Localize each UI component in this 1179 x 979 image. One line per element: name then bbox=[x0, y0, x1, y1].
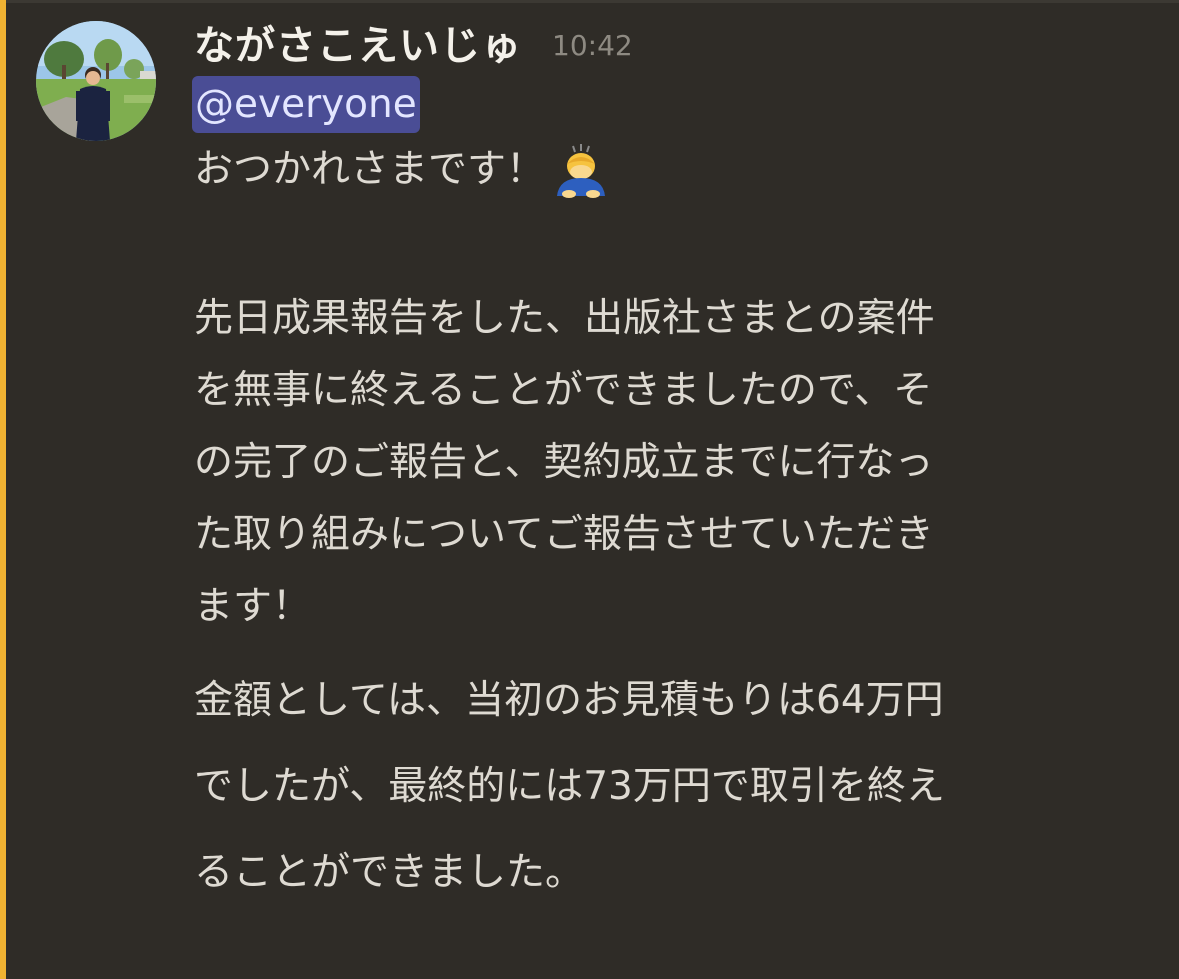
person-bowing-emoji-icon bbox=[551, 140, 611, 200]
greeting-line: おつかれさまです！ bbox=[194, 140, 1114, 200]
text-line: でしたが、最終的には73万円で取引を終え bbox=[194, 764, 945, 809]
text-line: ます！ bbox=[194, 584, 312, 629]
text-line: 先日成果報告をした、出版社さまとの案件 bbox=[194, 296, 935, 341]
everyone-mention[interactable]: @everyone bbox=[192, 76, 420, 133]
text-line: の完了のご報告と、契約成立までに行なっ bbox=[194, 440, 934, 485]
text-line: を無事に終えることができましたので、そ bbox=[194, 368, 933, 413]
message-paragraph-2: 金額としては、当初のお見積もりは64万円 でしたが、最終的には73万円で取引を終… bbox=[194, 658, 1114, 916]
greeting-text: おつかれさまです！ bbox=[194, 147, 546, 192]
message-paragraph-1: 先日成果報告をした、出版社さまとの案件 を無事に終えることができましたので、そ … bbox=[194, 283, 1114, 643]
text-line: ることができました。 bbox=[194, 850, 585, 895]
message-timestamp[interactable]: 10:42 bbox=[552, 29, 633, 62]
user-avatar[interactable] bbox=[36, 21, 156, 141]
message-header: ながさこえいじゅ 10:42 bbox=[194, 10, 633, 74]
text-line: 金額としては、当初のお見積もりは64万円 bbox=[194, 678, 944, 723]
author-name[interactable]: ながさこえいじゅ bbox=[194, 13, 522, 71]
text-line: た取り組みについてご報告させていただき bbox=[194, 512, 934, 557]
chat-message[interactable]: ながさこえいじゅ 10:42 @everyone おつかれさまです！ 先日成果報… bbox=[0, 0, 1179, 979]
